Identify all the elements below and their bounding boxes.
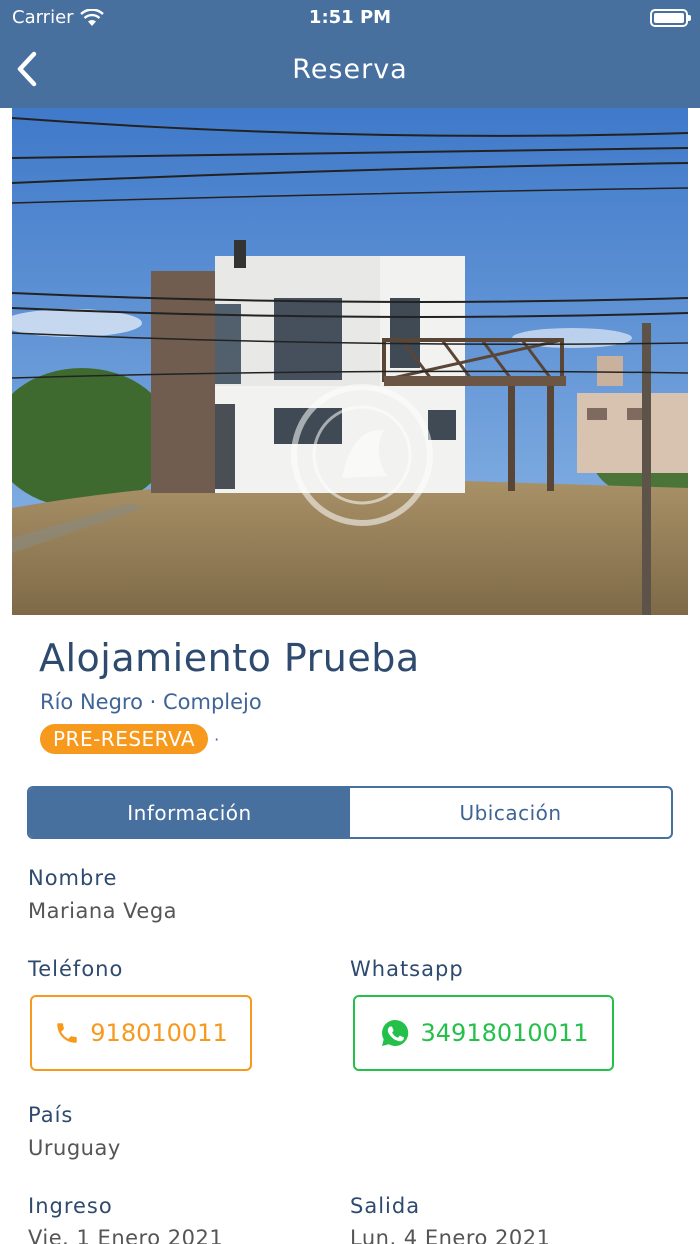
- status-dot: ·: [214, 729, 220, 749]
- status-row: PRE-RESERVA ·: [40, 724, 219, 754]
- status-bar: Carrier 1:51 PM: [0, 0, 700, 36]
- call-phone-button[interactable]: 918010011: [30, 995, 252, 1071]
- nombre-value: Mariana Vega: [28, 899, 178, 923]
- photo-watermark: [291, 384, 433, 526]
- phone-number: 918010011: [90, 1019, 228, 1047]
- listing-location: Río Negro: [40, 690, 143, 714]
- listing-name: Alojamiento Prueba: [39, 636, 420, 680]
- segmented-tabs: Información Ubicación: [27, 786, 673, 839]
- tab-informacion[interactable]: Información: [29, 788, 350, 837]
- listing-type: Complejo: [163, 690, 262, 714]
- whatsapp-icon: [381, 1019, 408, 1046]
- page-title: Reserva: [292, 54, 408, 85]
- whatsapp-label: Whatsapp: [350, 957, 464, 981]
- phone-icon: [57, 1023, 78, 1043]
- pais-label: País: [28, 1103, 74, 1127]
- whatsapp-button[interactable]: 34918010011: [353, 995, 614, 1071]
- nombre-label: Nombre: [28, 866, 118, 890]
- salida-label: Salida: [350, 1194, 421, 1218]
- listing-photo: [12, 108, 688, 615]
- header: Carrier 1:51 PM Reserva: [0, 0, 700, 108]
- whatsapp-number: 34918010011: [420, 1019, 589, 1047]
- status-badge: PRE-RESERVA: [40, 724, 209, 754]
- tab-ubicacion[interactable]: Ubicación: [350, 788, 671, 837]
- ingreso-value: Vie. 1 Enero 2021: [28, 1226, 224, 1244]
- battery-icon: [650, 9, 691, 27]
- listing-subtitle: Río Negro · Complejo: [40, 690, 262, 714]
- subtitle-separator: ·: [149, 690, 157, 714]
- ingreso-label: Ingreso: [28, 1194, 113, 1218]
- telefono-label: Teléfono: [28, 957, 124, 981]
- pais-value: Uruguay: [28, 1136, 121, 1160]
- status-time: 1:51 PM: [308, 7, 392, 28]
- salida-value: Lun. 4 Enero 2021: [350, 1226, 551, 1244]
